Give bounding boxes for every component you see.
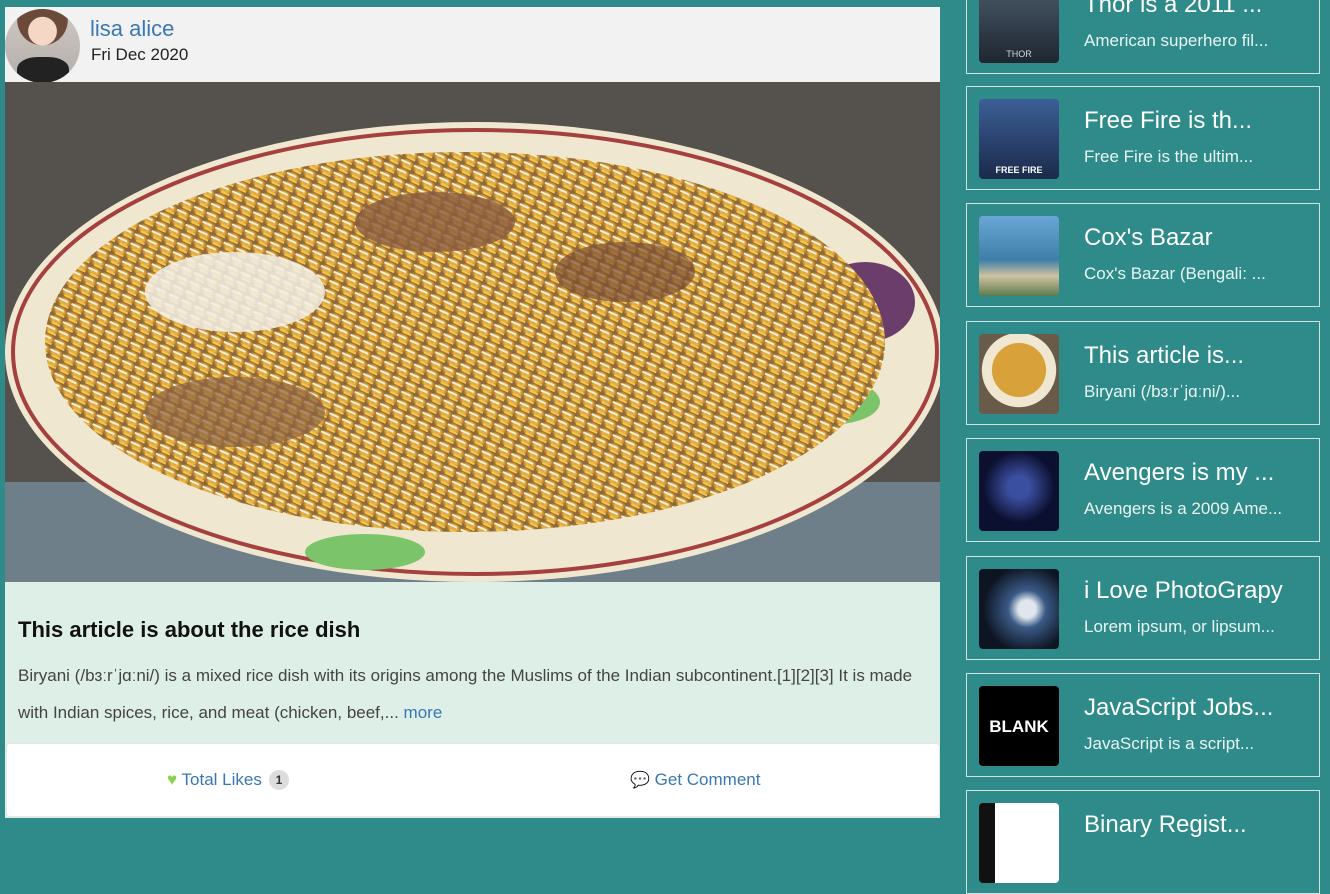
sidebar-item[interactable]: Binary Regist... bbox=[966, 790, 1320, 894]
get-comment-button[interactable]: 💬 Get Comment bbox=[630, 770, 760, 790]
post-title: This article is about the rice dish bbox=[18, 617, 361, 642]
post-body: This article is about the rice dish Biry… bbox=[18, 617, 918, 731]
thumbnail bbox=[979, 451, 1059, 531]
svg-text:FREE FIRE: FREE FIRE bbox=[995, 165, 1042, 175]
sidebar-item[interactable]: Avengers is my ... Avengers is a 2009 Am… bbox=[966, 438, 1320, 542]
sidebar-item-subtitle: Biryani (/bɜːrˈjɑːni/)... bbox=[1084, 382, 1241, 401]
thumbnail bbox=[979, 216, 1059, 296]
thumbnail: BLANK bbox=[979, 686, 1059, 766]
likes-label: Total Likes bbox=[181, 770, 262, 789]
post-card: lisa alice Fri Dec 2020 This article is … bbox=[5, 7, 940, 818]
sidebar-item-title: JavaScript Jobs... bbox=[1084, 694, 1274, 721]
sidebar-item-title: i Love PhotoGrapy bbox=[1084, 577, 1283, 604]
sidebar-item-subtitle: JavaScript is a script... bbox=[1084, 734, 1255, 753]
post-date: Fri Dec 2020 bbox=[91, 45, 189, 64]
likes-button[interactable]: ♥ Total Likes 1 bbox=[167, 770, 290, 790]
avatar[interactable] bbox=[5, 9, 80, 83]
thumbnail bbox=[979, 334, 1059, 414]
sidebar-item[interactable]: BLANK JavaScript Jobs... JavaScript is a… bbox=[966, 673, 1320, 777]
heart-icon: ♥ bbox=[167, 770, 178, 789]
thumbnail: THOR bbox=[979, 0, 1059, 63]
thumbnail: FREE FIRE bbox=[979, 99, 1059, 179]
sidebar-item-title: Free Fire is th... bbox=[1084, 107, 1253, 134]
sidebar-item[interactable]: i Love PhotoGrapy Lorem ipsum, or lipsum… bbox=[966, 556, 1320, 660]
sidebar-item-title: Thor is a 2011 ... bbox=[1084, 0, 1263, 18]
sidebar-item[interactable]: FREE FIRE Free Fire is th... Free Fire i… bbox=[966, 86, 1320, 190]
sidebar-item-title: Cox's Bazar bbox=[1084, 224, 1213, 251]
post-excerpt: Biryani (/bɜːrˈjɑːni/) is a mixed rice d… bbox=[18, 666, 913, 722]
sidebar-item[interactable]: THOR Thor is a 2011 ... American superhe… bbox=[966, 0, 1320, 74]
thumbnail bbox=[979, 569, 1059, 649]
post-actions: ♥ Total Likes 1 💬 Get Comment bbox=[6, 743, 940, 817]
sidebar-item-subtitle: Avengers is a 2009 Ame... bbox=[1084, 499, 1283, 518]
sidebar-item-subtitle: Lorem ipsum, or lipsum... bbox=[1084, 617, 1275, 636]
sidebar-item-subtitle: Cox's Bazar (Bengali: ... bbox=[1084, 264, 1266, 283]
comment-label: Get Comment bbox=[654, 770, 761, 789]
sidebar-item-title: Avengers is my ... bbox=[1084, 459, 1275, 486]
thumbnail bbox=[979, 803, 1059, 883]
sidebar-item-subtitle: American superhero fil... bbox=[1084, 31, 1269, 50]
sidebar-item-subtitle: Free Fire is the ultim... bbox=[1084, 147, 1254, 166]
sidebar-item[interactable]: Cox's Bazar Cox's Bazar (Bengali: ... bbox=[966, 203, 1320, 307]
post-image bbox=[5, 82, 940, 582]
author-name[interactable]: lisa alice bbox=[90, 16, 174, 42]
post-text: Biryani (/bɜːrˈjɑːni/) is a mixed rice d… bbox=[18, 657, 918, 731]
comment-icon: 💬 bbox=[630, 772, 650, 789]
svg-text:THOR: THOR bbox=[1006, 49, 1032, 59]
post-header: lisa alice Fri Dec 2020 bbox=[5, 7, 940, 83]
likes-count-badge: 1 bbox=[268, 770, 290, 790]
sidebar-item-title: Binary Regist... bbox=[1084, 811, 1247, 838]
sidebar-item-title: This article is... bbox=[1084, 342, 1245, 369]
sidebar-item[interactable]: This article is... Biryani (/bɜːrˈjɑːni/… bbox=[966, 321, 1320, 425]
svg-text:BLANK: BLANK bbox=[989, 717, 1049, 736]
more-link[interactable]: more bbox=[404, 703, 443, 722]
